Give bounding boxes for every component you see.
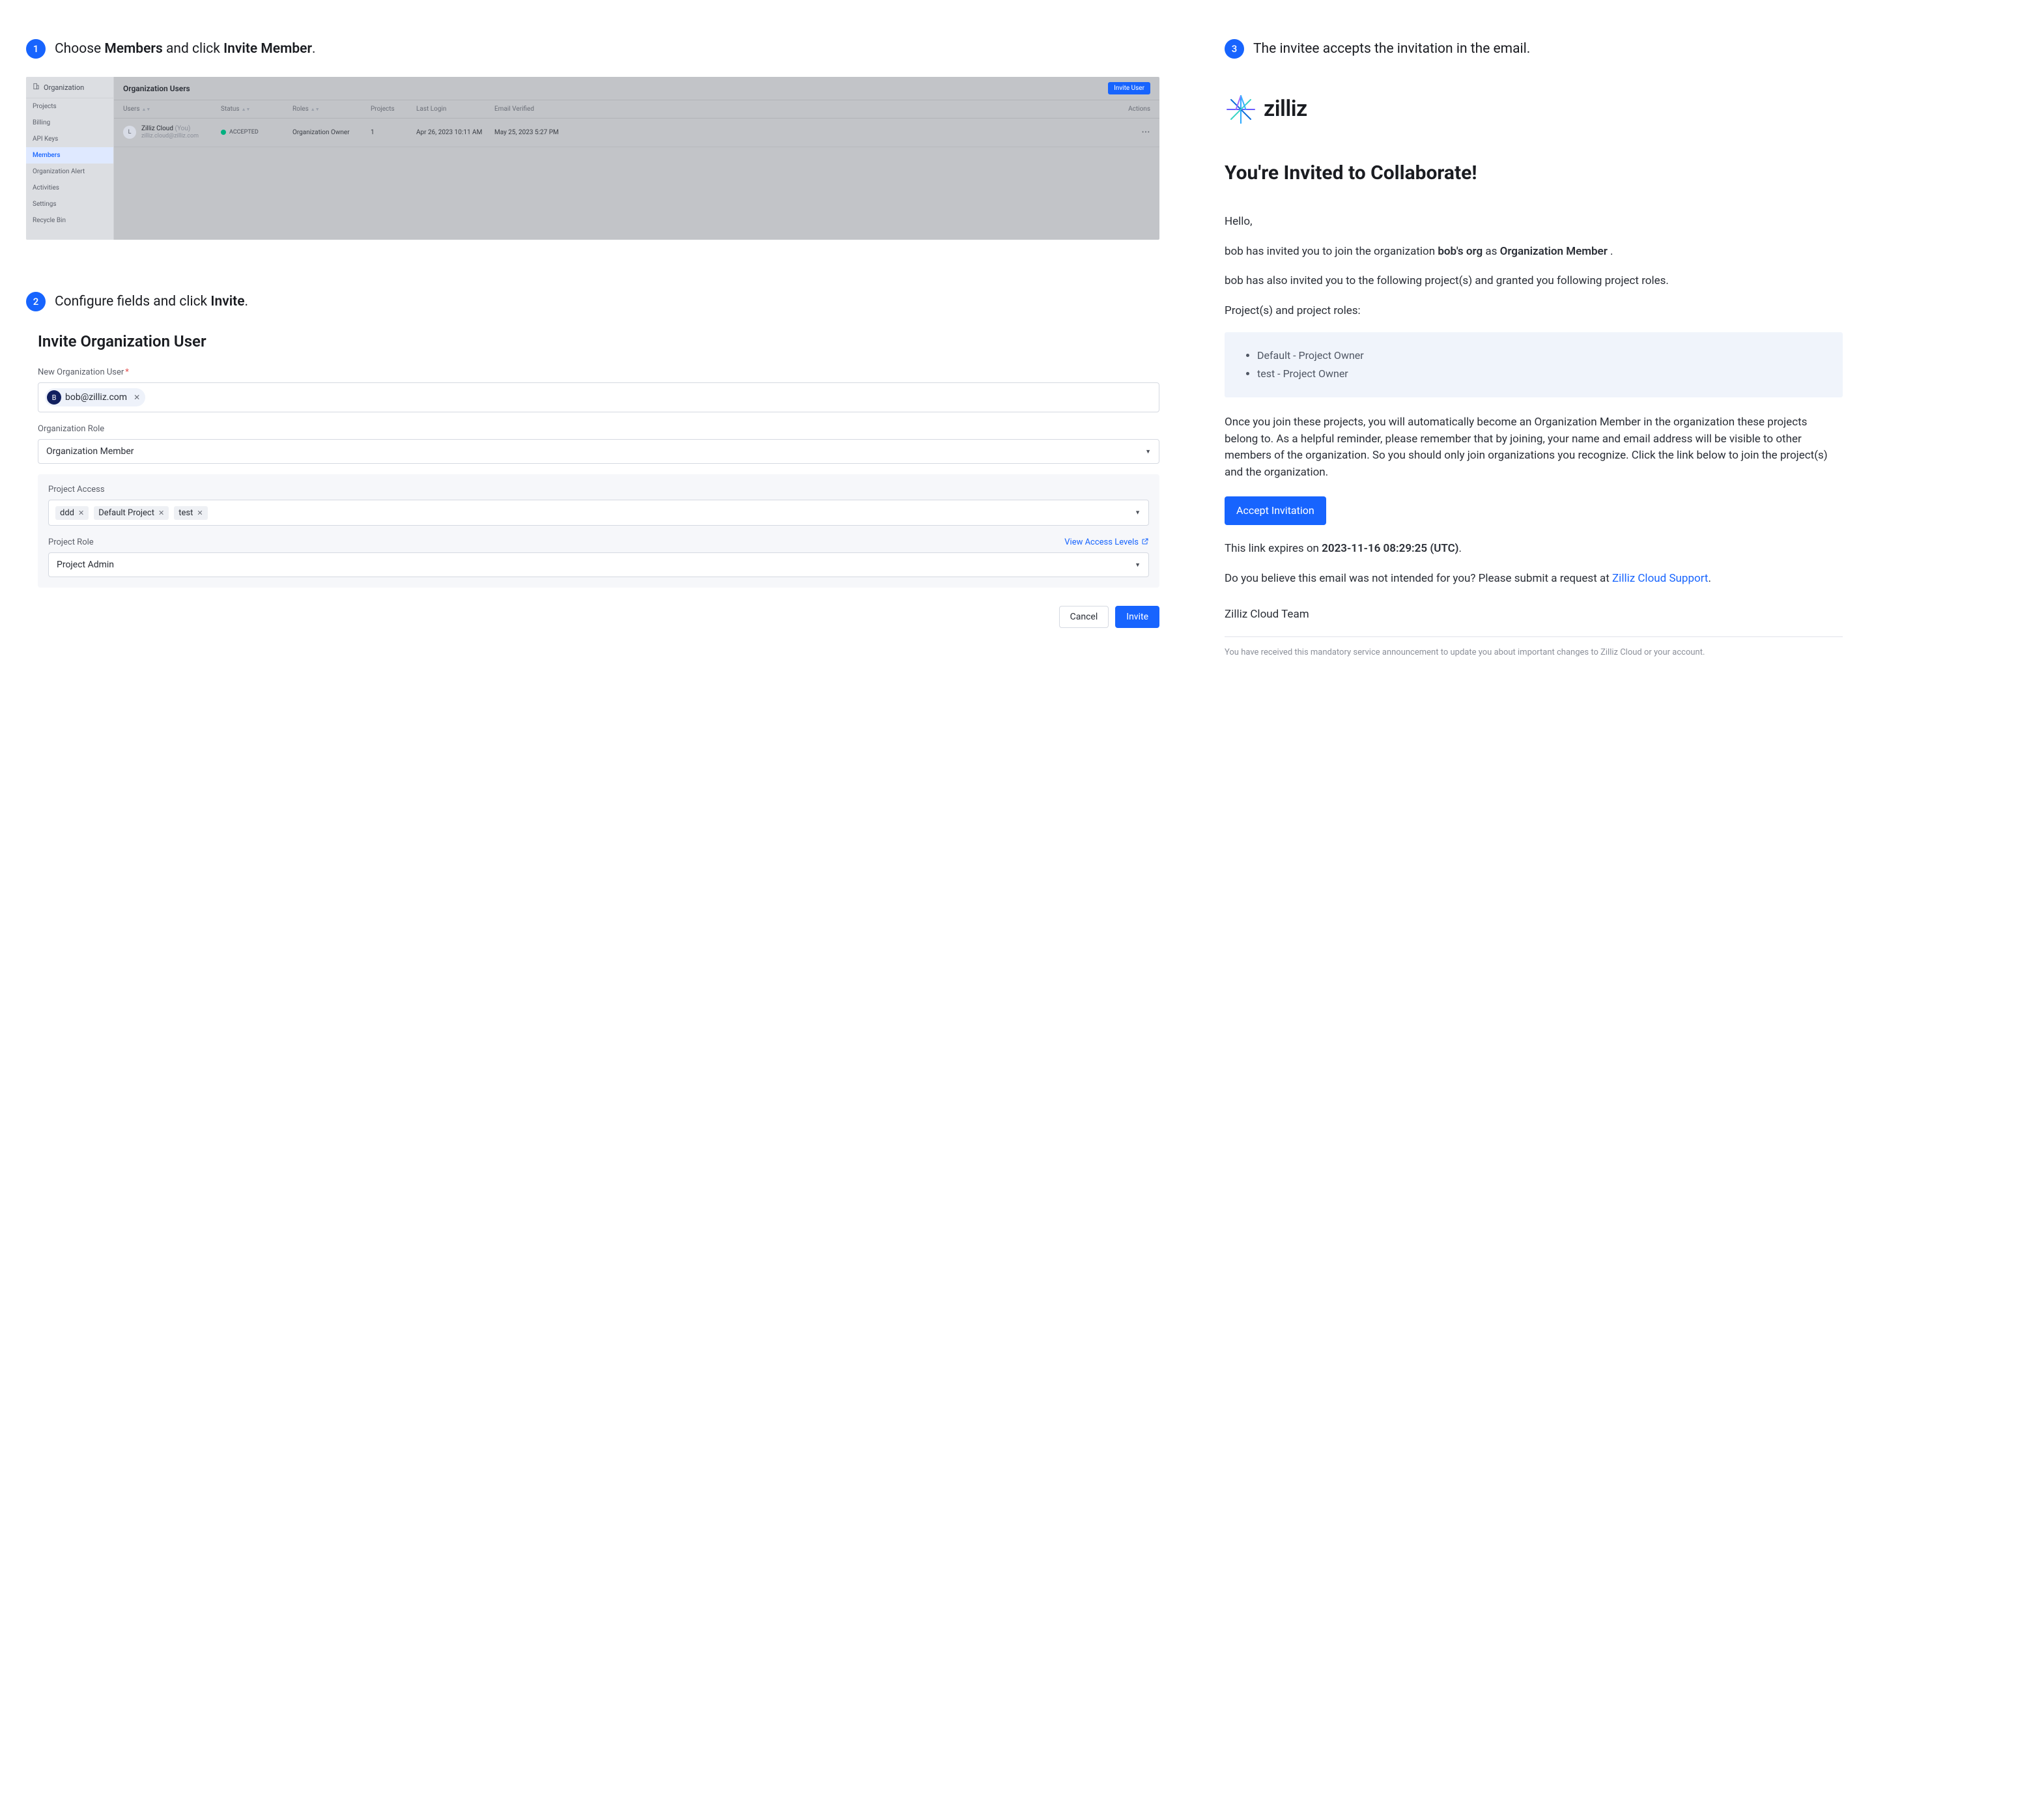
email-greeting: Hello, [1225,214,1843,231]
view-access-levels-link[interactable]: View Access Levels [1064,537,1149,547]
col-last-login: Last Login [416,106,494,113]
tag-remove-icon[interactable]: ✕ [78,509,84,517]
org-role-select[interactable]: Organization Member ▼ [38,439,1159,464]
email-line-2: bob has also invited you to the followin… [1225,273,1843,290]
sidebar: Organization Projects Billing API Keys M… [26,77,114,240]
org-icon [33,83,40,92]
tag-remove-icon[interactable]: ✕ [197,509,203,517]
org-role-value: Organization Member [46,446,134,457]
invite-form: Invite Organization User New Organizatio… [26,330,1159,631]
chip-remove-icon[interactable]: ✕ [134,393,140,402]
page-title: Organization Users [123,84,190,93]
project-access-card: Project Access ddd✕ Default Project✕ tes… [38,474,1159,588]
zilliz-logo: zilliz [1225,93,1843,126]
email-footer: You have received this mandatory service… [1225,646,1843,659]
email-project-item: Default - Project Owner [1257,348,1826,363]
sidebar-item-recycle-bin[interactable]: Recycle Bin [26,212,113,229]
email-preview: zilliz You're Invited to Collaborate! He… [1225,77,1848,659]
accept-invitation-button[interactable]: Accept Invitation [1225,496,1326,525]
invite-user-button[interactable]: Invite User [1108,82,1150,94]
sidebar-org-header[interactable]: Organization [26,77,113,98]
sidebar-item-projects[interactable]: Projects [26,98,113,115]
sort-icon: ▲▼ [142,107,151,112]
step-2-badge: 2 [26,292,46,311]
chip-avatar: B [47,390,61,405]
email-paragraph: Once you join these projects, you will a… [1225,414,1843,481]
user-projects: 1 [371,129,416,136]
col-status[interactable]: Status▲▼ [221,106,292,113]
project-tag: ddd✕ [55,506,89,520]
project-access-label: Project Access [48,485,1149,494]
project-role-value: Project Admin [57,560,114,570]
email-headline: You're Invited to Collaborate! [1225,158,1843,188]
step-2-text: Configure fields and click Invite. [55,294,248,309]
col-users[interactable]: Users▲▼ [123,106,221,113]
email-projects-label: Project(s) and project roles: [1225,303,1843,320]
sort-icon: ▲▼ [311,107,320,112]
col-actions: Actions [573,106,1150,113]
cancel-button[interactable]: Cancel [1059,606,1109,628]
new-user-label: New Organization User* [38,367,1159,377]
email-divider [1225,636,1843,637]
user-email: zilliz.cloud@zilliz.com [141,133,199,140]
step-1-text: Choose Members and click Invite Member. [55,41,316,57]
step-3-badge: 3 [1225,39,1244,59]
email-projects-box: Default - Project Owner test - Project O… [1225,332,1843,397]
email-line-1: bob has invited you to join the organiza… [1225,244,1843,261]
step-2: 2 Configure fields and click Invite. Inv… [26,292,1159,631]
invite-button[interactable]: Invite [1115,606,1159,628]
tag-remove-icon[interactable]: ✕ [158,509,164,517]
email-signoff: Zilliz Cloud Team [1225,606,1843,623]
external-link-icon [1141,537,1149,547]
project-role-label: Project Role [48,537,94,547]
sort-icon: ▲▼ [242,107,251,112]
step-3-text: The invitee accepts the invitation in th… [1253,41,1530,57]
chevron-down-icon: ▼ [1135,509,1141,517]
zilliz-star-icon [1225,93,1257,126]
sidebar-item-settings[interactable]: Settings [26,196,113,212]
sidebar-item-activities[interactable]: Activities [26,180,113,196]
email-chip: B bob@zilliz.com ✕ [45,388,145,406]
project-role-select[interactable]: Project Admin ▼ [48,552,1149,577]
status-dot-icon [221,130,226,135]
members-screenshot: Organization Projects Billing API Keys M… [26,77,1159,240]
zilliz-wordmark: zilliz [1264,93,1307,126]
col-email-verified: Email Verified [494,106,573,113]
step-1-badge: 1 [26,39,46,59]
support-link[interactable]: Zilliz Cloud Support [1612,572,1708,585]
step-3: 3 The invitee accepts the invitation in … [1225,39,1848,659]
email-wrong-recipient: Do you believe this email was not intend… [1225,571,1843,588]
project-tag: test✕ [174,506,207,520]
project-tag: Default Project✕ [94,506,169,520]
email-expiry: This link expires on 2023-11-16 08:29:25… [1225,541,1843,558]
sidebar-item-organization-alert[interactable]: Organization Alert [26,164,113,180]
col-roles[interactable]: Roles▲▼ [292,106,371,113]
new-user-input[interactable]: B bob@zilliz.com ✕ [38,382,1159,412]
form-title: Invite Organization User [38,332,1159,350]
user-email-verified: May 25, 2023 5:27 PM [494,129,573,136]
users-table: Users▲▼ Status▲▼ Roles▲▼ Projects Last L… [114,100,1159,147]
user-role: Organization Owner [292,129,371,136]
avatar: L [123,126,136,139]
table-header: Users▲▼ Status▲▼ Roles▲▼ Projects Last L… [114,100,1159,119]
user-name: Zilliz Cloud (You) [141,125,199,133]
col-projects: Projects [371,106,416,113]
sidebar-item-billing[interactable]: Billing [26,115,113,131]
row-actions-menu[interactable]: ••• [1142,129,1150,136]
email-project-item: test - Project Owner [1257,366,1826,382]
status-badge: ACCEPTED [221,129,292,135]
step-1: 1 Choose Members and click Invite Member… [26,39,1159,240]
sidebar-item-api-keys[interactable]: API Keys [26,131,113,147]
chip-email: bob@zilliz.com [65,392,127,403]
user-last-login: Apr 26, 2023 10:11 AM [416,129,494,136]
table-row: L Zilliz Cloud (You) zilliz.cloud@zilliz… [114,119,1159,147]
chevron-down-icon: ▼ [1145,448,1151,455]
org-role-label: Organization Role [38,424,1159,434]
sidebar-item-members[interactable]: Members [26,147,113,164]
project-access-select[interactable]: ddd✕ Default Project✕ test✕ ▼ [48,500,1149,526]
chevron-down-icon: ▼ [1135,562,1141,569]
